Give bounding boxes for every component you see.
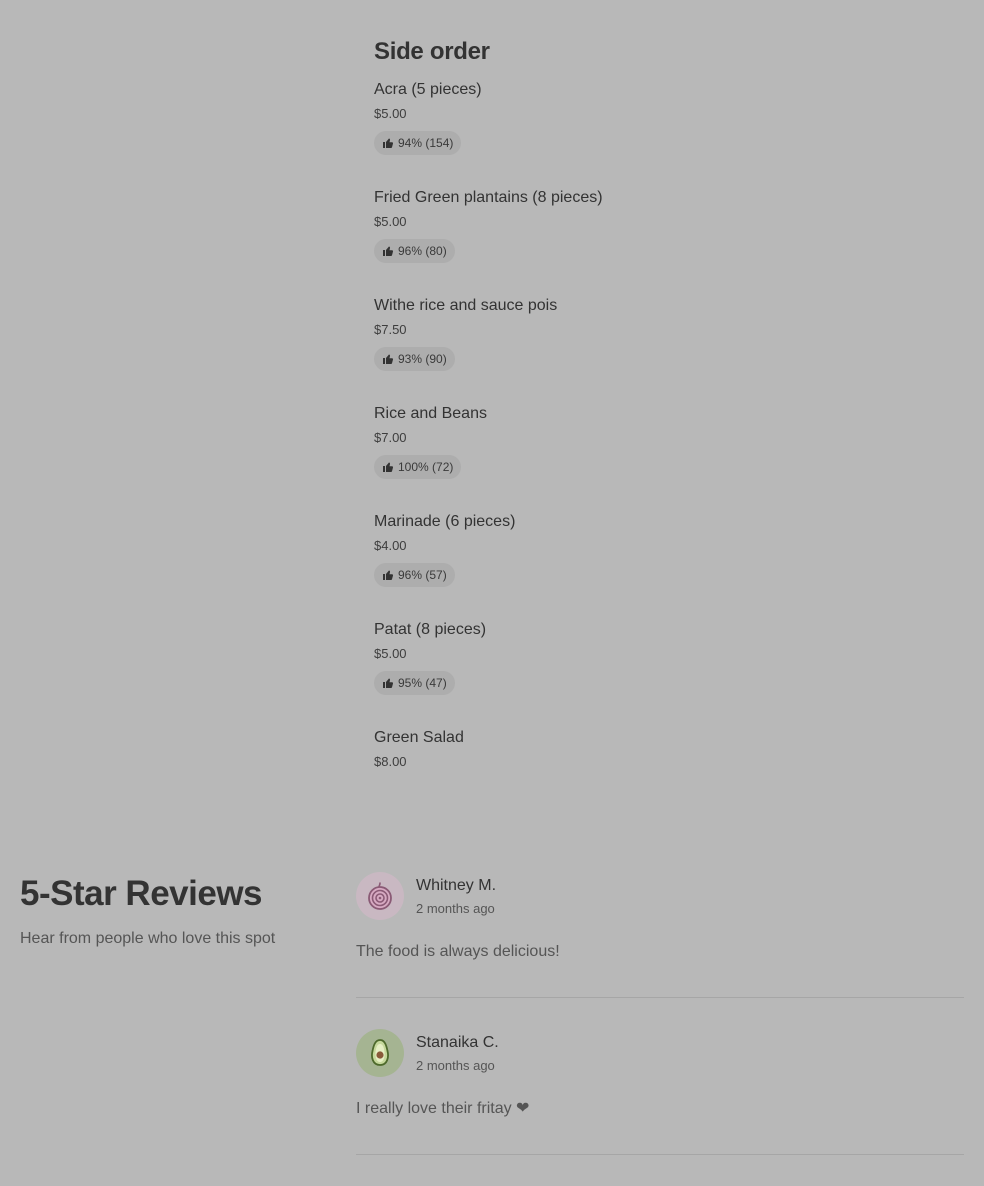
rating-text: 96% (57) — [398, 568, 447, 582]
menu-item[interactable]: Green Salad $8.00 — [374, 728, 934, 836]
item-name: Green Salad — [374, 729, 464, 746]
reviewer-name: Whitney M. — [416, 876, 497, 894]
item-name: Patat (8 pieces) — [374, 621, 487, 638]
menu-item[interactable]: Withe rice and sauce pois $7.50 93% (90) — [374, 296, 934, 404]
review-header: Whitney M. 2 months ago — [356, 872, 964, 920]
onion-icon — [368, 882, 392, 910]
item-price: $5.00 — [374, 646, 407, 661]
item-name: Fried Green plantains (8 pieces) — [374, 189, 603, 206]
review-header: Stanaika C. 2 months ago — [356, 1029, 964, 1077]
item-price: $7.00 — [374, 430, 407, 445]
thumbs-up-icon — [383, 246, 394, 256]
item-name: Withe rice and sauce pois — [374, 297, 558, 314]
review-time: 2 months ago — [416, 900, 495, 916]
rating-text: 93% (90) — [398, 352, 447, 366]
divider — [356, 1154, 964, 1155]
reviews-subtitle: Hear from people who love this spot — [20, 930, 276, 947]
reviews-title: 5-Star Reviews — [20, 874, 263, 913]
rating-text: 100% (72) — [398, 460, 454, 474]
menu-item[interactable]: Acra (5 pieces) $5.00 94% (154) — [374, 80, 934, 188]
review-card: Whitney M. 2 months ago The food is alwa… — [356, 872, 964, 1029]
menu-item[interactable]: Fried Green plantains (8 pieces) $5.00 9… — [374, 188, 934, 296]
menu-item[interactable]: Patat (8 pieces) $5.00 95% (47) — [374, 620, 934, 728]
rating-text: 94% (154) — [398, 136, 454, 150]
menu-item[interactable]: Marinade (6 pieces) $4.00 96% (57) — [374, 512, 934, 620]
item-price: $5.00 — [374, 106, 407, 121]
thumbs-up-icon — [383, 678, 394, 688]
menu-item[interactable]: Rice and Beans $7.00 100% (72) — [374, 404, 934, 512]
avatar — [356, 872, 404, 920]
rating-badge: 96% (80) — [374, 239, 455, 263]
item-name: Rice and Beans — [374, 405, 487, 422]
avocado-icon — [371, 1039, 389, 1066]
rating-text: 95% (47) — [398, 676, 447, 690]
rating-badge: 94% (154) — [374, 131, 462, 155]
side-order-section: Side order Acra (5 pieces) $5.00 94% (15… — [374, 34, 934, 836]
reviews-list: Whitney M. 2 months ago The food is alwa… — [356, 872, 964, 1186]
item-price: $5.00 — [374, 214, 407, 229]
review-time: 2 months ago — [416, 1057, 495, 1073]
item-name: Acra (5 pieces) — [374, 81, 482, 98]
rating-badge: 96% (57) — [374, 563, 455, 587]
item-price: $7.50 — [374, 322, 407, 337]
thumbs-up-icon — [383, 462, 394, 472]
reviewer-meta: Whitney M. 2 months ago — [416, 875, 496, 918]
section-title: Side order — [374, 38, 490, 65]
review-text: I really love their fritay ❤ — [356, 1100, 530, 1117]
rating-text: 96% (80) — [398, 244, 447, 258]
review-card: Stanaika C. 2 months ago I really love t… — [356, 1029, 964, 1186]
reviewer-name: Stanaika C. — [416, 1033, 499, 1051]
item-price: $8.00 — [374, 754, 407, 769]
reviews-intro: 5-Star Reviews Hear from people who love… — [20, 870, 330, 950]
item-name: Marinade (6 pieces) — [374, 513, 516, 530]
menu-list: Acra (5 pieces) $5.00 94% (154) Fried Gr… — [374, 80, 934, 836]
thumbs-up-icon — [383, 138, 394, 148]
review-text: The food is always delicious! — [356, 943, 560, 960]
thumbs-up-icon — [383, 354, 394, 364]
reviewer-meta: Stanaika C. 2 months ago — [416, 1032, 499, 1075]
thumbs-up-icon — [383, 570, 394, 580]
item-price: $4.00 — [374, 538, 407, 553]
avatar — [356, 1029, 404, 1077]
divider — [356, 997, 964, 998]
rating-badge: 93% (90) — [374, 347, 455, 371]
rating-badge: 95% (47) — [374, 671, 455, 695]
rating-badge: 100% (72) — [374, 455, 462, 479]
